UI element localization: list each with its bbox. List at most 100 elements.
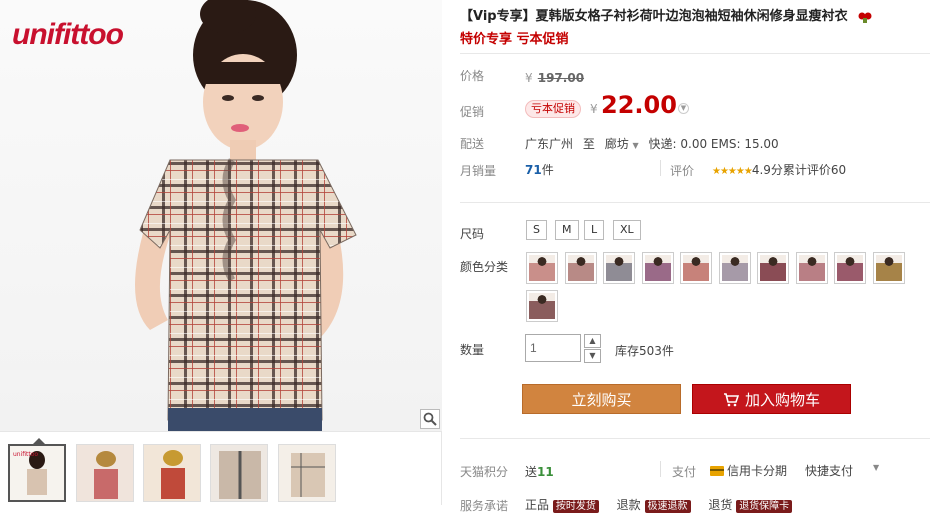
swatch-thumbnail <box>875 255 902 281</box>
cart-icon <box>723 393 740 407</box>
service-item: 退货 <box>708 498 733 512</box>
ship-label: 配送 <box>460 137 485 151</box>
price-label: 价格 <box>460 69 485 83</box>
zoom-button[interactable] <box>420 409 440 429</box>
chevron-down-icon: ▼ <box>632 141 639 150</box>
points-value: 送11 <box>525 463 554 480</box>
size-label: 尺码 <box>460 227 485 241</box>
qty-increase-button[interactable]: ▲ <box>584 334 601 348</box>
quantity-input[interactable] <box>525 334 581 362</box>
magnifier-icon <box>423 412 437 426</box>
color-swatch[interactable] <box>834 252 866 284</box>
sales-label: 月销量 <box>460 164 497 178</box>
points-number: 11 <box>537 465 554 479</box>
color-swatch[interactable] <box>641 252 674 284</box>
swatch-thumbnail <box>721 255 748 281</box>
size-option-m[interactable]: M <box>555 220 579 240</box>
size-option-l[interactable]: L <box>584 220 605 240</box>
star-icon: ★★★★★ <box>712 166 753 177</box>
color-swatch[interactable] <box>564 252 597 284</box>
points-label: 天猫积分 <box>460 465 509 479</box>
rating-block[interactable]: ★★★★★4.9分累计评价60 <box>712 161 846 178</box>
thumbnail-4[interactable] <box>210 444 268 502</box>
color-swatch[interactable] <box>872 252 905 284</box>
color-swatch[interactable] <box>603 252 635 284</box>
color-swatch[interactable] <box>757 252 789 284</box>
promo-price: 22.00 <box>601 91 677 119</box>
divider <box>460 438 930 439</box>
divider <box>460 202 930 203</box>
add-to-cart-button[interactable]: 加入购物车 <box>692 384 851 414</box>
svg-text:unifittoo: unifittoo <box>13 451 38 458</box>
chevron-down-icon[interactable]: ▼ <box>678 103 689 114</box>
shipping-info: 广东广州 至 廊坊 ▼ 快递: 0.00 EMS: 15.00 <box>525 135 779 152</box>
main-product-photo[interactable]: unifittoo <box>0 0 442 432</box>
swatch-thumbnail <box>606 255 632 281</box>
thumbnail-strip: unifittoo <box>0 440 442 502</box>
swatch-thumbnail <box>760 255 786 281</box>
product-info: 【Vip专享】夏韩版女格子衬衫荷叶边泡泡袖短袖休闲修身显瘦衬衣 特价专享 亏本促… <box>460 0 930 513</box>
original-price: ¥ 197.00 <box>525 67 584 86</box>
color-swatch[interactable] <box>680 252 712 284</box>
thumbnail-2[interactable] <box>76 444 134 502</box>
service-badge: 按时发货 <box>552 500 599 513</box>
pay-credit-option[interactable]: 信用卡分期 <box>710 462 787 479</box>
size-option-s[interactable]: S <box>526 220 547 240</box>
product-subtitle: 特价专享 亏本促销 <box>460 32 569 47</box>
pay-label: 支付 <box>672 465 697 479</box>
sales-count-value: 71 <box>525 163 542 177</box>
ship-dest: 廊坊 <box>604 137 629 151</box>
divider <box>660 160 661 176</box>
yen-symbol: ¥ <box>525 71 533 85</box>
swatch-thumbnail <box>683 255 709 281</box>
color-swatch[interactable] <box>526 252 558 284</box>
sales-count: 71件 <box>525 161 554 178</box>
gift-icon <box>858 12 872 23</box>
swatch-thumbnail <box>529 255 555 281</box>
pay-fast-option[interactable]: 快捷支付 <box>805 462 853 479</box>
swatch-thumbnail <box>529 293 555 319</box>
service-badge: 极速退款 <box>644 500 691 513</box>
ship-from: 广东广州 <box>525 137 574 151</box>
sales-unit: 件 <box>541 163 554 177</box>
original-price-value: 197.00 <box>537 71 585 85</box>
service-label: 服务承诺 <box>460 499 509 513</box>
color-swatch[interactable] <box>526 290 558 322</box>
color-label: 颜色分类 <box>460 260 509 274</box>
product-gallery: unifittoo unifittoo <box>0 0 442 505</box>
service-item: 退款 <box>616 498 641 512</box>
buy-now-button[interactable]: 立刻购买 <box>522 384 681 414</box>
promo-tag: 亏本促销 <box>525 100 581 118</box>
rating-label: 评价 <box>670 164 695 178</box>
service-item: 正品 <box>525 498 550 512</box>
thumbnail-1[interactable]: unifittoo <box>8 444 66 502</box>
swatch-thumbnail <box>798 255 825 281</box>
credit-card-icon <box>710 466 724 476</box>
model-illustration <box>135 0 357 431</box>
divider <box>460 53 930 54</box>
pay-fast-label: 快捷支付 <box>805 464 854 478</box>
points-prefix: 送 <box>525 465 538 479</box>
thumbnail-3[interactable] <box>143 444 201 502</box>
color-swatch[interactable] <box>795 252 828 284</box>
divider <box>660 461 661 477</box>
swatch-thumbnail <box>644 255 671 281</box>
stock-info: 库存503件 <box>615 344 674 358</box>
service-badge: 退货保障卡 <box>736 500 793 513</box>
swatch-thumbnail <box>837 255 863 281</box>
add-cart-label: 加入购物车 <box>744 391 820 409</box>
ship-to-word: 至 <box>582 137 595 151</box>
size-option-xl[interactable]: XL <box>613 220 641 240</box>
swatch-thumbnail <box>567 255 594 281</box>
product-title: 【Vip专享】夏韩版女格子衬衫荷叶边泡泡袖短袖休闲修身显瘦衬衣 <box>460 5 872 24</box>
qty-label: 数量 <box>460 343 485 357</box>
promo-label: 促销 <box>460 105 485 119</box>
qty-decrease-button[interactable]: ▼ <box>584 349 601 363</box>
ship-dest-select[interactable]: 廊坊 ▼ <box>605 137 639 151</box>
color-swatch[interactable] <box>718 252 751 284</box>
chevron-down-icon[interactable]: ▼ <box>873 463 879 472</box>
ship-fees: 快递: 0.00 EMS: 15.00 <box>648 137 779 151</box>
thumbnail-5[interactable] <box>278 444 336 502</box>
product-title-text: 【Vip专享】夏韩版女格子衬衫荷叶边泡泡袖短袖休闲修身显瘦衬衣 <box>460 9 848 24</box>
promo-yen: ¥ <box>590 102 598 116</box>
